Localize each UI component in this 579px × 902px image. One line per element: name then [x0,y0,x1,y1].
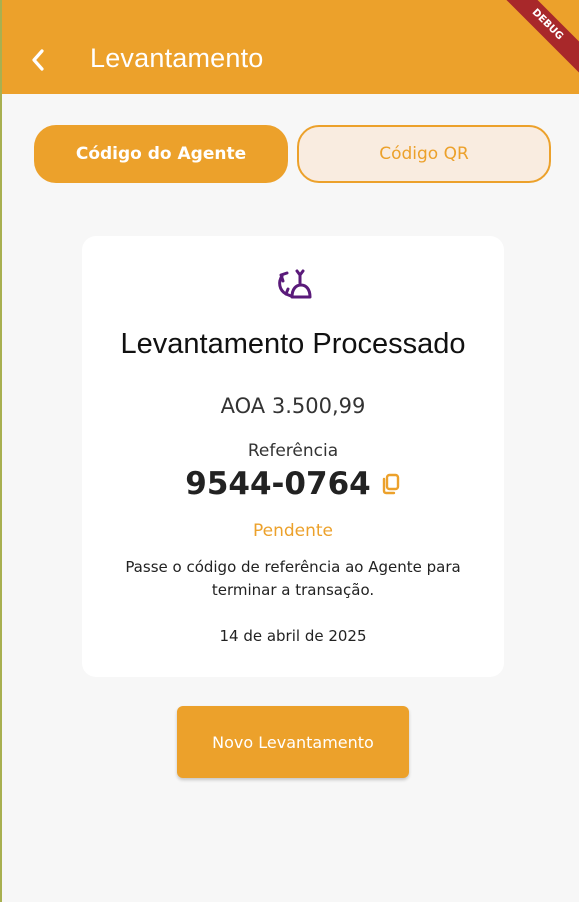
page-title: Levantamento [90,43,264,73]
copy-icon[interactable] [381,473,401,495]
amount-value: AOA 3.500,99 [220,394,366,418]
result-title: Levantamento Processado [120,328,466,360]
debug-banner: DEBUG [489,0,579,83]
app-bar: Levantamento DEBUG [2,0,579,94]
instruction-message: Passe o código de referência ao Agente p… [125,558,461,599]
transaction-date: 14 de abril de 2025 [219,627,367,645]
status-text: Pendente [252,521,334,541]
reference-label: Referência [247,441,339,461]
chevron-left-icon [32,49,44,71]
reference-row: 9544-0764 [82,466,504,502]
tab-agent-code[interactable]: Código do Agente [34,125,288,183]
withdrawal-result-card: Levantamento Processado AOA 3.500,99 Ref… [82,236,504,677]
new-withdrawal-button[interactable]: Novo Levantamento [177,706,409,778]
money-exchange-icon [278,269,312,299]
reference-value: 9544-0764 [185,466,371,502]
back-button[interactable] [24,44,52,76]
tab-qr-code[interactable]: Código QR [297,125,551,183]
